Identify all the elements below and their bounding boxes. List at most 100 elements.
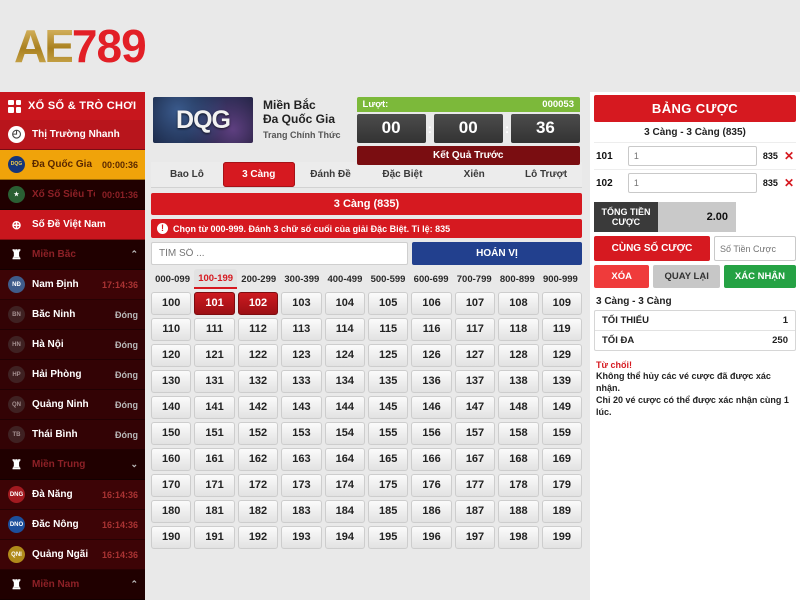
number-cell-151[interactable]: 151 [194, 422, 235, 445]
bet-row-remove-icon[interactable]: ✕ [784, 177, 794, 189]
number-cell-177[interactable]: 177 [454, 474, 496, 497]
number-cell-198[interactable]: 198 [498, 526, 539, 549]
sidebar-item-3[interactable]: ⊕ Số Đề Việt Nam [0, 210, 145, 240]
chevron-up-icon[interactable]: ⌃ [130, 249, 138, 260]
number-cell-186[interactable]: 186 [411, 500, 452, 523]
number-cell-173[interactable]: 173 [281, 474, 322, 497]
tab-4[interactable]: Xiên [438, 162, 510, 187]
logo[interactable]: AE 789 [14, 23, 147, 69]
number-cell-164[interactable]: 164 [324, 448, 365, 471]
sidebar-item-12[interactable]: DNG Đà Nẵng 16:14:36 [0, 480, 145, 510]
number-cell-111[interactable]: 111 [194, 318, 235, 341]
number-cell-188[interactable]: 188 [498, 500, 539, 523]
number-cell-156[interactable]: 156 [411, 422, 452, 445]
number-cell-192[interactable]: 192 [237, 526, 279, 549]
back-button[interactable]: QUAY LẠI [653, 265, 720, 288]
same-bet-amount-input[interactable] [714, 236, 796, 261]
number-cell-137[interactable]: 137 [454, 370, 496, 393]
range-tab-6[interactable]: 600-699 [410, 269, 453, 289]
number-cell-108[interactable]: 108 [498, 292, 539, 315]
number-cell-140[interactable]: 140 [151, 396, 192, 419]
number-cell-139[interactable]: 139 [541, 370, 582, 393]
number-cell-176[interactable]: 176 [411, 474, 452, 497]
number-cell-196[interactable]: 196 [411, 526, 452, 549]
number-cell-182[interactable]: 182 [237, 500, 279, 523]
number-cell-179[interactable]: 179 [541, 474, 582, 497]
number-cell-116[interactable]: 116 [411, 318, 452, 341]
sidebar-item-2[interactable]: ★ Xổ Số Siêu Tốc 00:01:36 [0, 180, 145, 210]
range-tab-7[interactable]: 700-799 [453, 269, 496, 289]
number-cell-185[interactable]: 185 [368, 500, 409, 523]
number-cell-197[interactable]: 197 [454, 526, 496, 549]
number-cell-144[interactable]: 144 [324, 396, 365, 419]
number-cell-132[interactable]: 132 [237, 370, 279, 393]
number-cell-149[interactable]: 149 [541, 396, 582, 419]
sidebar-item-7[interactable]: HN Hà Nội Đóng [0, 330, 145, 360]
tab-0[interactable]: Bao Lô [151, 162, 223, 187]
number-cell-165[interactable]: 165 [368, 448, 409, 471]
number-cell-142[interactable]: 142 [237, 396, 279, 419]
bet-row-remove-icon[interactable]: ✕ [784, 150, 794, 162]
number-cell-147[interactable]: 147 [454, 396, 496, 419]
number-cell-199[interactable]: 199 [541, 526, 582, 549]
permute-button[interactable]: HOÁN VỊ [412, 242, 582, 265]
tab-3[interactable]: Đặc Biệt [366, 162, 438, 187]
search-input[interactable] [151, 242, 408, 265]
sidebar-item-8[interactable]: HP Hải Phòng Đóng [0, 360, 145, 390]
number-cell-126[interactable]: 126 [411, 344, 452, 367]
number-cell-133[interactable]: 133 [281, 370, 322, 393]
number-cell-141[interactable]: 141 [194, 396, 235, 419]
number-cell-172[interactable]: 172 [237, 474, 279, 497]
sidebar-item-11[interactable]: ♜ Miền Trung ⌄ [0, 450, 145, 480]
range-tab-8[interactable]: 800-899 [496, 269, 539, 289]
number-cell-123[interactable]: 123 [281, 344, 322, 367]
sidebar-item-13[interactable]: DNO Đắc Nông 16:14:36 [0, 510, 145, 540]
number-cell-114[interactable]: 114 [324, 318, 365, 341]
number-cell-187[interactable]: 187 [454, 500, 496, 523]
number-cell-107[interactable]: 107 [454, 292, 496, 315]
number-cell-101[interactable]: 101 [194, 292, 235, 315]
number-cell-148[interactable]: 148 [498, 396, 539, 419]
number-cell-130[interactable]: 130 [151, 370, 192, 393]
number-cell-189[interactable]: 189 [541, 500, 582, 523]
number-cell-138[interactable]: 138 [498, 370, 539, 393]
number-cell-129[interactable]: 129 [541, 344, 582, 367]
number-cell-152[interactable]: 152 [237, 422, 279, 445]
bet-row-amount-input[interactable] [627, 146, 757, 166]
number-cell-121[interactable]: 121 [194, 344, 235, 367]
number-cell-136[interactable]: 136 [411, 370, 452, 393]
number-cell-170[interactable]: 170 [151, 474, 192, 497]
number-cell-102[interactable]: 102 [237, 292, 279, 315]
tab-2[interactable]: Đánh Đề [295, 162, 367, 187]
range-tab-1[interactable]: 100-199 [194, 269, 238, 289]
range-tab-5[interactable]: 500-599 [366, 269, 409, 289]
number-cell-153[interactable]: 153 [281, 422, 322, 445]
number-cell-166[interactable]: 166 [411, 448, 452, 471]
number-cell-127[interactable]: 127 [454, 344, 496, 367]
number-cell-128[interactable]: 128 [498, 344, 539, 367]
range-tab-2[interactable]: 200-299 [237, 269, 280, 289]
number-cell-183[interactable]: 183 [281, 500, 322, 523]
number-cell-110[interactable]: 110 [151, 318, 192, 341]
number-cell-145[interactable]: 145 [368, 396, 409, 419]
number-cell-146[interactable]: 146 [411, 396, 452, 419]
range-tab-0[interactable]: 000-099 [151, 269, 194, 289]
number-cell-118[interactable]: 118 [498, 318, 539, 341]
number-cell-134[interactable]: 134 [324, 370, 365, 393]
number-cell-112[interactable]: 112 [237, 318, 279, 341]
number-cell-175[interactable]: 175 [368, 474, 409, 497]
number-cell-157[interactable]: 157 [454, 422, 496, 445]
number-cell-143[interactable]: 143 [281, 396, 322, 419]
sidebar-item-0[interactable]: ◴ Thị Trường Nhanh [0, 120, 145, 150]
number-cell-105[interactable]: 105 [368, 292, 409, 315]
number-cell-159[interactable]: 159 [541, 422, 582, 445]
number-cell-171[interactable]: 171 [194, 474, 235, 497]
sidebar-item-4[interactable]: ♜ Miền Bắc ⌃ [0, 240, 145, 270]
number-cell-124[interactable]: 124 [324, 344, 365, 367]
clear-button[interactable]: XÓA [594, 265, 650, 288]
number-cell-158[interactable]: 158 [498, 422, 539, 445]
range-tab-3[interactable]: 300-399 [280, 269, 323, 289]
number-cell-106[interactable]: 106 [411, 292, 452, 315]
number-cell-174[interactable]: 174 [324, 474, 365, 497]
sidebar-item-14[interactable]: QNI Quảng Ngãi 16:14:36 [0, 540, 145, 570]
